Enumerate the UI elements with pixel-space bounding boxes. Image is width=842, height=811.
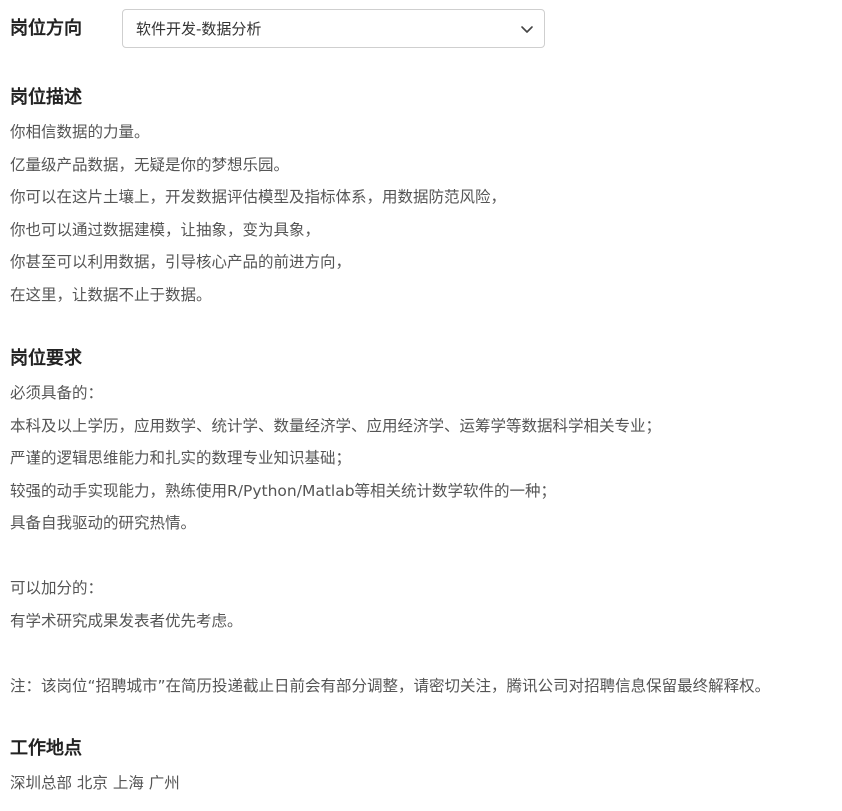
job-requirements-heading: 岗位要求	[10, 348, 82, 369]
work-location-section: 工作地点 深圳总部 北京 上海 广州	[10, 737, 836, 800]
description-line: 亿量级产品数据，无疑是你的梦想乐园。	[10, 155, 290, 174]
description-line: 在这里，让数据不止于数据。	[10, 285, 212, 304]
position-direction-select[interactable]: 软件开发-数据分析	[122, 9, 545, 48]
job-requirements-section: 岗位要求 必须具备的： 本科及以上学历，应用数学、统计学、数量经济学、应用经济学…	[10, 347, 836, 702]
description-line: 你也可以通过数据建模，让抽象，变为具象，	[10, 220, 321, 239]
bonus-title: 可以加分的：	[10, 579, 104, 597]
work-location-value: 深圳总部 北京 上海 广州	[10, 774, 180, 792]
job-description-heading: 岗位描述	[10, 87, 82, 108]
description-line: 你相信数据的力量。	[10, 123, 150, 141]
chevron-down-icon	[521, 26, 533, 33]
required-item: 具备自我驱动的研究热情。	[10, 514, 197, 532]
required-item: 严谨的逻辑思维能力和扎实的数理专业知识基础；	[10, 449, 352, 467]
position-direction-row: 岗位方向 软件开发-数据分析	[10, 8, 545, 49]
required-item: 本科及以上学历，应用数学、统计学、数量经济学、应用经济学、运筹学等数据科学相关专…	[10, 416, 662, 435]
required-title: 必须具备的：	[10, 384, 104, 402]
work-location-heading: 工作地点	[10, 738, 82, 759]
job-description-section: 岗位描述 你相信数据的力量。 亿量级产品数据，无疑是你的梦想乐园。 你可以在这片…	[10, 86, 836, 311]
required-item: 较强的动手实现能力，熟练使用R/Python/Matlab等相关统计数学软件的一…	[10, 481, 557, 500]
position-direction-label: 岗位方向	[10, 18, 82, 39]
position-direction-selected-value: 软件开发-数据分析	[136, 20, 262, 38]
description-line: 你可以在这片土壤上，开发数据评估模型及指标体系，用数据防范风险，	[10, 188, 507, 206]
recruitment-note: 注：该岗位“招聘城市”在简历投递截止日前会有部分调整，请密切关注，腾讯公司对招聘…	[10, 676, 771, 695]
description-line: 你甚至可以利用数据，引导核心产品的前进方向，	[10, 253, 352, 271]
bonus-item: 有学术研究成果发表者优先考虑。	[10, 611, 243, 630]
